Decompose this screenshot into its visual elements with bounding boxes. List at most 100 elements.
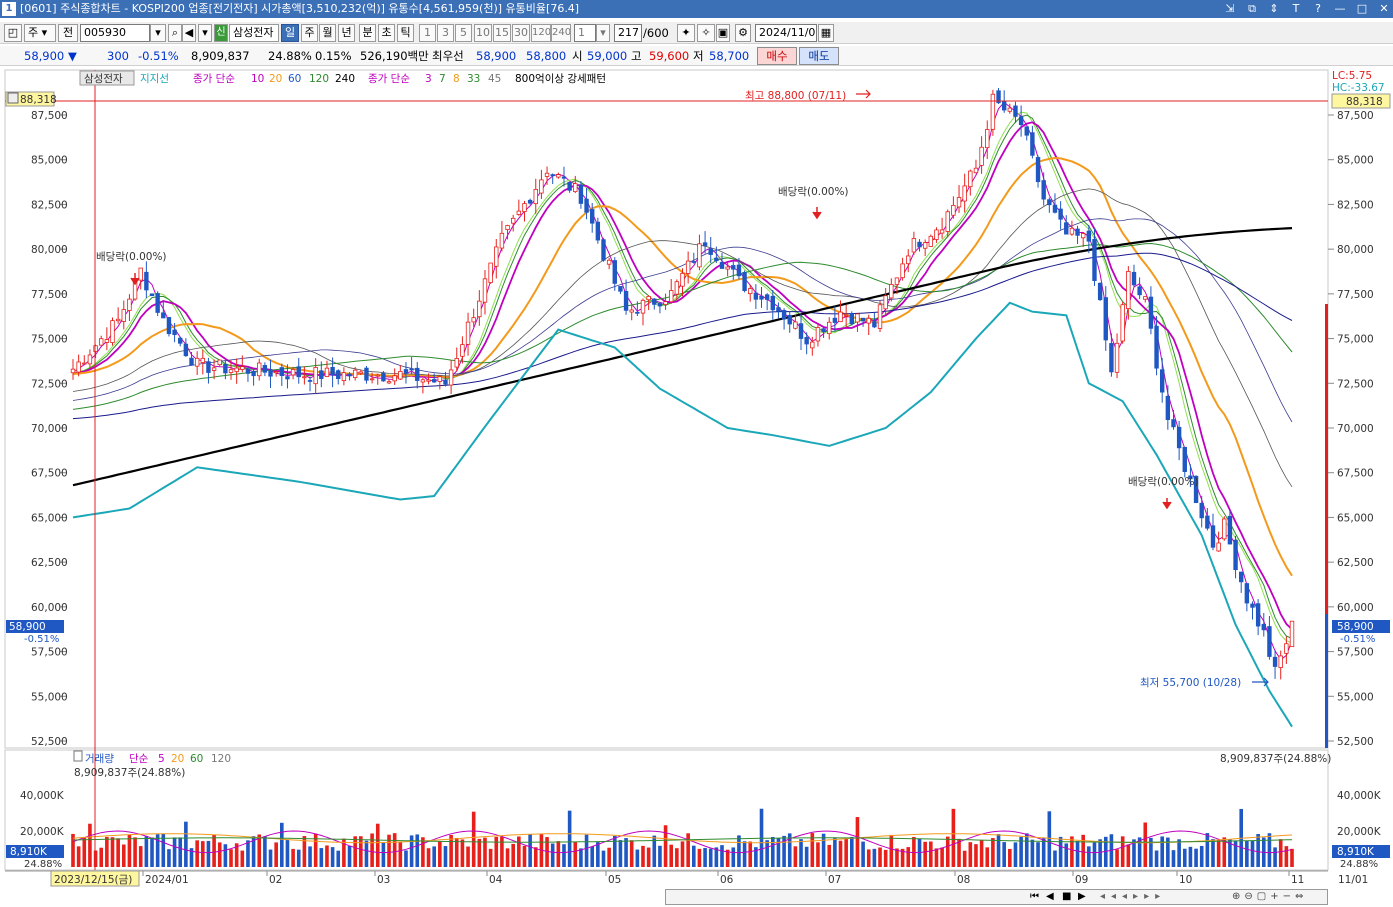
candle-body bbox=[714, 257, 719, 262]
volume-bar bbox=[607, 847, 611, 867]
chart-menu-icon[interactable]: ◰ bbox=[4, 24, 22, 42]
chart-area[interactable]: 87,500 87,500 85,000 85,000 82,500 82,500 80,0… bbox=[0, 68, 1393, 907]
volume-bar bbox=[1036, 842, 1040, 867]
speaker-icon[interactable]: ◀ bbox=[182, 24, 196, 42]
market-select[interactable]: 주 ▾ bbox=[24, 24, 56, 42]
volume-bar bbox=[979, 840, 984, 867]
period-day-tab[interactable]: 일 bbox=[281, 24, 299, 42]
gear-icon[interactable]: ⚙ bbox=[735, 24, 751, 42]
volume-bar bbox=[201, 841, 205, 867]
candle-body bbox=[1261, 623, 1266, 631]
candle-body bbox=[623, 290, 629, 311]
period-year-tab[interactable]: 년 bbox=[338, 24, 355, 42]
price-tick-left: 80,000 bbox=[31, 244, 68, 256]
volume-bar bbox=[460, 839, 465, 867]
restore-icon[interactable]: ⇲ bbox=[1223, 0, 1237, 18]
x-axis-label: 09 bbox=[1075, 874, 1088, 886]
count-input[interactable]: 217 bbox=[614, 24, 642, 42]
zoom-out-icon[interactable]: ✧ bbox=[697, 24, 715, 42]
dividend-annot-3: 배당락(0.00%) bbox=[1128, 476, 1199, 488]
candle-body bbox=[1092, 239, 1097, 281]
unit-input[interactable]: 1 bbox=[574, 24, 596, 42]
minute-1[interactable]: 1 bbox=[419, 24, 436, 42]
candle-body bbox=[674, 281, 680, 295]
candle-body bbox=[1086, 230, 1092, 242]
minute-5[interactable]: 5 bbox=[455, 24, 472, 42]
period-tick-tab[interactable]: 틱 bbox=[397, 24, 414, 42]
sell-button[interactable]: 매도 bbox=[799, 47, 839, 65]
volume-bar bbox=[945, 836, 950, 867]
unit-dropdown-icon[interactable]: ▾ bbox=[596, 24, 610, 42]
next-icon[interactable]: ▶ bbox=[1078, 890, 1090, 904]
candle-body bbox=[189, 357, 194, 366]
candle-body bbox=[347, 373, 352, 377]
candle-body bbox=[968, 170, 973, 188]
minute-30[interactable]: 30 bbox=[512, 24, 530, 42]
volume-bar bbox=[833, 838, 837, 867]
sync-icon[interactable]: ⇕ bbox=[1267, 0, 1281, 18]
date-input[interactable]: 2024/11/01 bbox=[755, 24, 817, 42]
legend-ma-label[interactable]: 종가 단순 bbox=[193, 73, 235, 85]
stop-icon[interactable]: ■ bbox=[1062, 890, 1074, 904]
volume-title[interactable]: 거래량 bbox=[85, 753, 114, 765]
minute-10[interactable]: 10 bbox=[474, 24, 492, 42]
zoom-controls-icon[interactable]: ⊕⊖▢+−⇔ bbox=[1232, 890, 1328, 904]
volume-ma120: 120 bbox=[211, 753, 231, 765]
candle-body bbox=[437, 376, 443, 382]
legend-pattern[interactable]: 800억이상 강세패턴 bbox=[515, 73, 606, 85]
minimize-icon[interactable]: — bbox=[1333, 0, 1347, 18]
period-second-tab[interactable]: 초 bbox=[378, 24, 395, 42]
minute-15[interactable]: 15 bbox=[493, 24, 511, 42]
scroll-track[interactable] bbox=[665, 889, 1328, 905]
buy-button[interactable]: 매수 bbox=[757, 47, 797, 65]
first-page-icon[interactable]: ⏮ bbox=[1030, 890, 1042, 904]
candle-body bbox=[1013, 105, 1018, 117]
candle-body bbox=[454, 358, 459, 368]
candle-body bbox=[482, 278, 488, 303]
candle-body bbox=[1120, 304, 1125, 342]
candle-body bbox=[832, 317, 838, 323]
search-icon[interactable]: ⌕ bbox=[168, 24, 182, 42]
tile-icon[interactable]: ⧉ bbox=[1245, 0, 1259, 18]
code-dropdown-icon[interactable]: ▾ bbox=[150, 24, 166, 42]
grid-icon[interactable] bbox=[7, 92, 19, 104]
minute-240[interactable]: 240 bbox=[551, 24, 571, 42]
prev-icon[interactable]: ◀ bbox=[1046, 890, 1058, 904]
candle-body bbox=[307, 380, 313, 382]
price-volume-chart[interactable]: 87,500 87,500 85,000 85,000 82,500 82,500 80,0… bbox=[0, 68, 1393, 889]
legend-stock[interactable]: 삼성전자 bbox=[84, 73, 123, 85]
minute-120[interactable]: 120 bbox=[531, 24, 551, 42]
text-icon[interactable]: T bbox=[1289, 0, 1303, 18]
minute-3[interactable]: 3 bbox=[437, 24, 454, 42]
candle-body bbox=[922, 242, 928, 249]
legend-support[interactable]: 지지선 bbox=[140, 73, 169, 85]
help-icon[interactable]: ? bbox=[1311, 0, 1325, 18]
volume-bar bbox=[550, 843, 555, 867]
candle-body bbox=[375, 374, 380, 377]
period-week-tab[interactable]: 주 bbox=[301, 24, 318, 42]
maximize-icon[interactable]: □ bbox=[1355, 0, 1369, 18]
scroll-controls-icon[interactable]: ◂◂◂▸▸▸ bbox=[1100, 890, 1220, 904]
period-month-tab[interactable]: 월 bbox=[319, 24, 336, 42]
candle-body bbox=[911, 238, 917, 253]
legend-ma2-label[interactable]: 종가 단순 bbox=[368, 73, 410, 85]
close-icon[interactable]: ✕ bbox=[1377, 0, 1391, 18]
period-minute-tab[interactable]: 분 bbox=[359, 24, 376, 42]
calendar-icon[interactable]: ▦ bbox=[818, 24, 834, 42]
candle-body bbox=[115, 318, 121, 322]
save-icon[interactable]: ▣ bbox=[716, 24, 730, 42]
volume-bar bbox=[1177, 839, 1181, 867]
candle-body bbox=[273, 371, 279, 374]
candle-body bbox=[776, 307, 781, 312]
popup-icon[interactable]: ▾ bbox=[198, 24, 212, 42]
candle-body bbox=[1284, 643, 1289, 654]
stock-code-input[interactable]: 005930 bbox=[80, 24, 150, 42]
zoom-in-icon[interactable]: ✦ bbox=[677, 24, 695, 42]
market-filter[interactable]: 전 bbox=[58, 24, 78, 42]
price-tick-left: 55,000 bbox=[31, 691, 68, 703]
candle-body bbox=[539, 179, 544, 194]
candle-body bbox=[934, 229, 939, 240]
volume-bar bbox=[1273, 847, 1277, 867]
candle-body bbox=[1080, 233, 1086, 239]
volume-bar bbox=[121, 844, 126, 867]
